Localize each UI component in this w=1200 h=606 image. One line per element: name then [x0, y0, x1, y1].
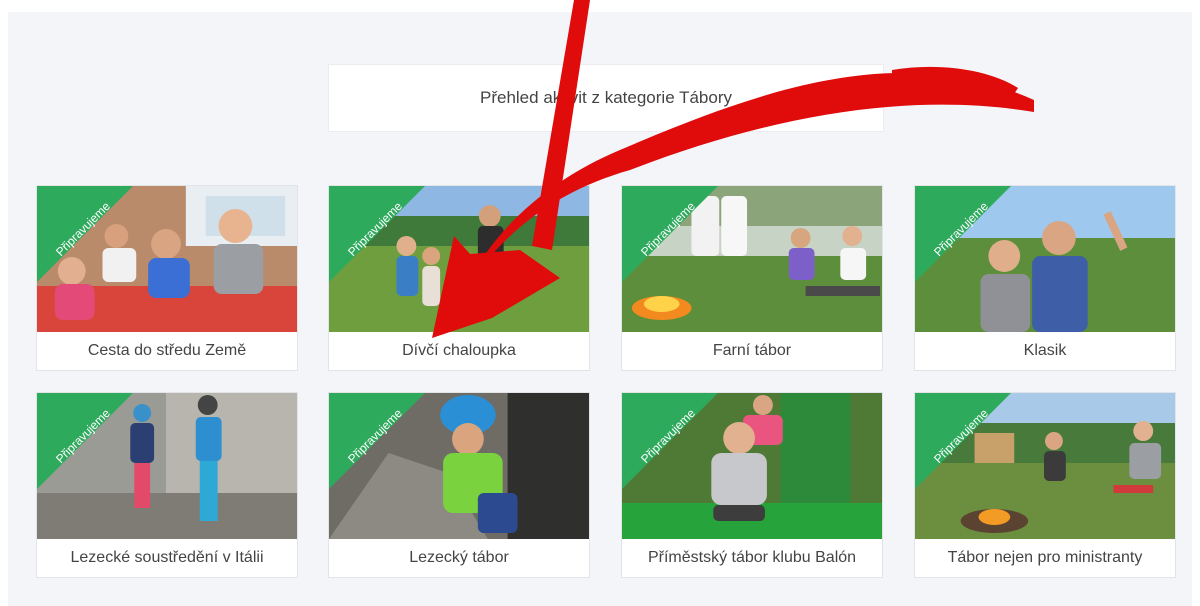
- activity-title: Tábor nejen pro ministranty: [915, 539, 1175, 577]
- activity-title: Klasik: [915, 332, 1175, 370]
- category-header: Přehled aktivit z kategorie Tábory: [328, 64, 884, 132]
- activity-title: Farní tábor: [622, 332, 882, 370]
- activity-card[interactable]: Připravujeme Lezecký tábor: [328, 392, 590, 578]
- activity-card[interactable]: Připravujeme Cesta do středu Země: [36, 185, 298, 371]
- activity-photo: [329, 393, 589, 539]
- activity-photo: [622, 393, 882, 539]
- activity-card[interactable]: Připravujeme Dívčí chaloupka: [328, 185, 590, 371]
- activity-card[interactable]: Připravujeme Lezecké soustředění v Itáli…: [36, 392, 298, 578]
- activity-card[interactable]: Připravujeme Příměstský tábor klubu Baló…: [621, 392, 883, 578]
- activity-card[interactable]: Připravujeme Farní tábor: [621, 185, 883, 371]
- category-title: Přehled aktivit z kategorie Tábory: [480, 88, 732, 107]
- activity-title: Lezecký tábor: [329, 539, 589, 577]
- activity-card[interactable]: Připravujeme Klasik: [914, 185, 1176, 371]
- activity-title: Příměstský tábor klubu Balón: [622, 539, 882, 577]
- activity-card[interactable]: Připravujeme Tábor nejen pro ministranty: [914, 392, 1176, 578]
- activity-title: Lezecké soustředění v Itálii: [37, 539, 297, 577]
- activity-photo: [915, 393, 1175, 539]
- activity-photo: [329, 186, 589, 332]
- activity-title: Dívčí chaloupka: [329, 332, 589, 370]
- activity-photo: [37, 393, 297, 539]
- activity-photo: [915, 186, 1175, 332]
- activity-photo: [37, 186, 297, 332]
- activity-title: Cesta do středu Země: [37, 332, 297, 370]
- activity-photo: [622, 186, 882, 332]
